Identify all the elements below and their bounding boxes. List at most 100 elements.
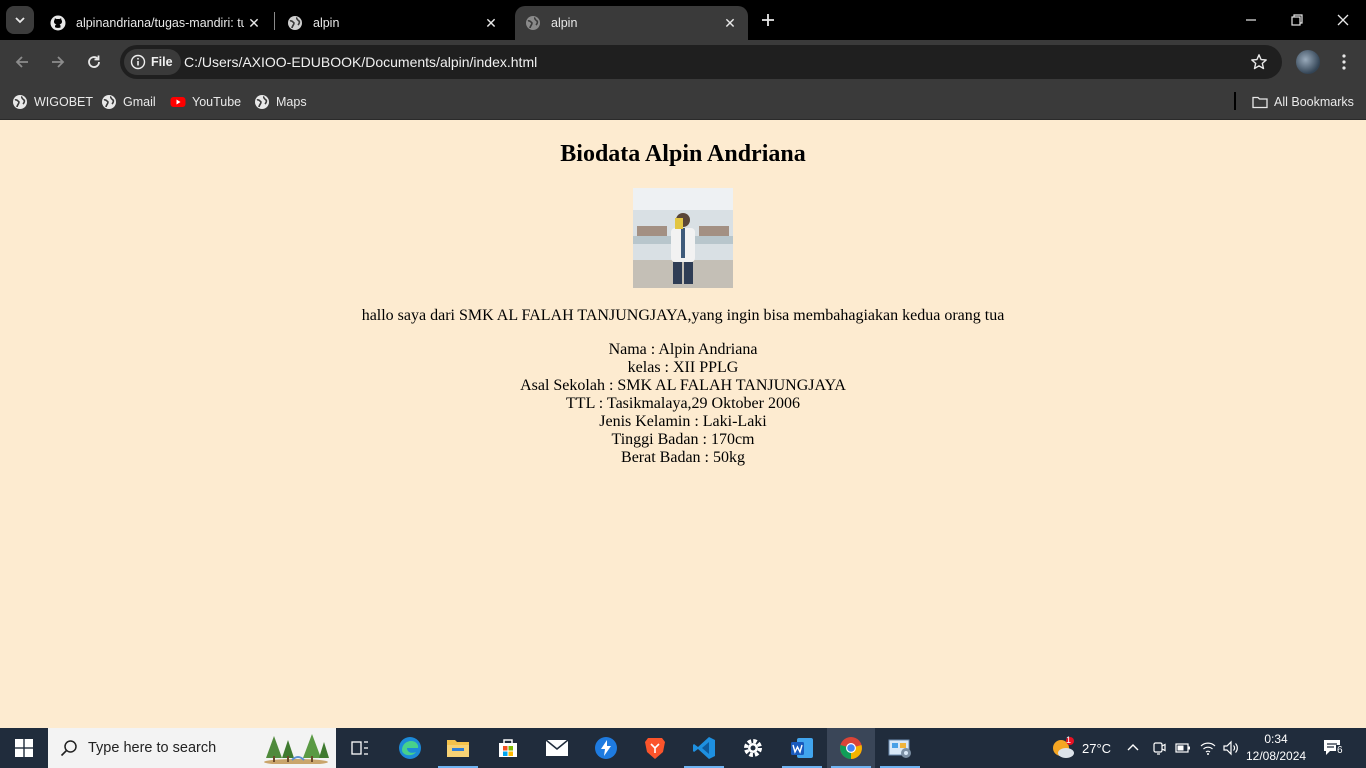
minimize-button[interactable]	[1228, 0, 1274, 40]
reload-button[interactable]	[80, 48, 108, 76]
profile-photo	[633, 188, 733, 288]
more-vert-icon	[1342, 54, 1346, 70]
tab-title: alpin	[313, 16, 340, 30]
bookmarks-bar: WIGOBET Gmail YouTube Maps All Bookmarks	[0, 84, 1366, 120]
globe-icon	[526, 16, 540, 30]
biodata-list: Nama : Alpin Andriana kelas : XII PPLG A…	[0, 341, 1366, 467]
close-icon[interactable]: ✕	[244, 13, 264, 33]
close-icon[interactable]: ✕	[720, 13, 740, 33]
bio-height: Tinggi Badan : 170cm	[611, 431, 755, 448]
wifi-button[interactable]	[1200, 728, 1216, 768]
edge-icon	[399, 737, 421, 759]
brave-button[interactable]	[631, 728, 679, 768]
tab-divider	[274, 12, 275, 30]
notification-center-button[interactable]: 6	[1322, 728, 1344, 768]
windows-icon	[15, 739, 33, 757]
back-button[interactable]	[8, 48, 36, 76]
all-bookmarks-label: All Bookmarks	[1274, 95, 1354, 109]
close-window-button[interactable]	[1320, 0, 1366, 40]
bio-gender: Jenis Kelamin : Laki-Laki	[599, 413, 767, 430]
search-highlight-icon	[264, 734, 329, 764]
vscode-icon	[693, 737, 715, 759]
restore-button[interactable]	[1274, 0, 1320, 40]
url-text[interactable]: C:/Users/AXIOO-EDUBOOK/Documents/alpin/i…	[184, 45, 537, 79]
task-view-button[interactable]	[336, 728, 384, 768]
volume-icon	[1223, 740, 1238, 756]
vscode-button[interactable]	[680, 728, 728, 768]
battery-button[interactable]	[1175, 728, 1191, 768]
close-icon	[1337, 14, 1349, 26]
bio-class: kelas : XII PPLG	[627, 359, 739, 376]
forward-button[interactable]	[44, 48, 72, 76]
file-explorer-button[interactable]	[434, 728, 482, 768]
meet-now-button[interactable]	[1151, 728, 1167, 768]
bookmark-label: Gmail	[123, 95, 156, 109]
word-icon	[791, 738, 813, 758]
plus-icon	[762, 14, 774, 26]
mail-button[interactable]	[533, 728, 581, 768]
youtube-icon	[170, 97, 186, 107]
gear-icon	[744, 739, 762, 757]
address-bar[interactable]: File C:/Users/AXIOO-EDUBOOK/Documents/al…	[120, 45, 1282, 79]
taskbar-search[interactable]: Type here to search	[48, 728, 336, 768]
bookmark-wigobet[interactable]: WIGOBET	[12, 92, 93, 112]
tab-title: alpin	[551, 16, 578, 30]
chrome-button[interactable]	[827, 728, 875, 768]
notification-count: 6	[1336, 745, 1344, 756]
tab-search-button[interactable]	[6, 6, 34, 34]
tab-title: alpinandriana/tugas-mandiri: tu	[76, 16, 244, 30]
close-icon[interactable]: ✕	[481, 13, 501, 33]
clock-date: 12/08/2024	[1246, 749, 1307, 763]
info-icon	[130, 54, 146, 70]
globe-icon	[13, 95, 27, 109]
settings-button[interactable]	[729, 728, 777, 768]
store-button[interactable]	[484, 728, 532, 768]
bio-school: Asal Sekolah : SMK AL FALAH TANJUNGJAYA	[520, 377, 846, 394]
weather-widget[interactable]: 1 27°C	[1050, 728, 1111, 768]
tab-alpin-active[interactable]: alpin ✕	[515, 6, 748, 40]
weather-temp: 27°C	[1082, 740, 1112, 756]
mail-icon	[545, 739, 569, 756]
start-button[interactable]	[0, 728, 48, 768]
bitwarden-icon	[595, 737, 617, 759]
bitwarden-button[interactable]	[582, 728, 630, 768]
control-panel-icon	[888, 739, 911, 758]
control-panel-button[interactable]	[876, 728, 924, 768]
bio-name: Nama : Alpin Andriana	[608, 341, 758, 358]
webcam-icon	[1153, 742, 1166, 755]
arrow-right-icon	[52, 56, 65, 68]
globe-icon	[288, 16, 302, 30]
browser-menu-button[interactable]	[1334, 50, 1354, 74]
search-icon	[60, 740, 77, 757]
bookmark-youtube[interactable]: YouTube	[170, 92, 241, 112]
bookmark-label: YouTube	[192, 95, 242, 109]
site-info-label: File	[151, 55, 173, 69]
tab-github[interactable]: alpinandriana/tugas-mandiri: tu ✕	[40, 6, 272, 40]
bookmark-maps[interactable]: Maps	[254, 92, 307, 112]
word-button[interactable]	[778, 728, 826, 768]
tab-alpin-1[interactable]: alpin ✕	[277, 6, 509, 40]
chevron-down-icon	[15, 17, 25, 24]
new-tab-button[interactable]	[756, 8, 780, 32]
intro-text: hallo saya dari SMK AL FALAH TANJUNGJAYA…	[361, 307, 1005, 324]
bookmark-gmail[interactable]: Gmail	[101, 92, 156, 112]
volume-button[interactable]	[1222, 728, 1240, 768]
taskbar-clock[interactable]: 0:34 12/08/2024	[1246, 731, 1306, 765]
folder-icon	[1252, 96, 1268, 109]
file-explorer-icon	[447, 740, 469, 757]
wifi-icon	[1200, 742, 1216, 755]
task-view-icon	[351, 741, 368, 755]
tab-strip: alpinandriana/tugas-mandiri: tu ✕ alpin …	[0, 0, 1366, 40]
brave-icon	[645, 738, 665, 759]
page-title: Biodata Alpin Andriana	[560, 141, 806, 167]
bookmark-star-icon[interactable]	[1250, 53, 1268, 71]
edge-button[interactable]	[386, 728, 434, 768]
site-info-chip[interactable]: File	[124, 49, 181, 75]
all-bookmarks-button[interactable]: All Bookmarks	[1252, 92, 1354, 112]
store-icon	[499, 739, 517, 757]
profile-avatar[interactable]	[1296, 50, 1320, 74]
bio-birth: TTL : Tasikmalaya,29 Oktober 2006	[566, 395, 800, 412]
chevron-up-icon	[1127, 744, 1139, 751]
profile-photo-image	[633, 188, 733, 288]
tray-overflow-button[interactable]	[1126, 728, 1140, 768]
